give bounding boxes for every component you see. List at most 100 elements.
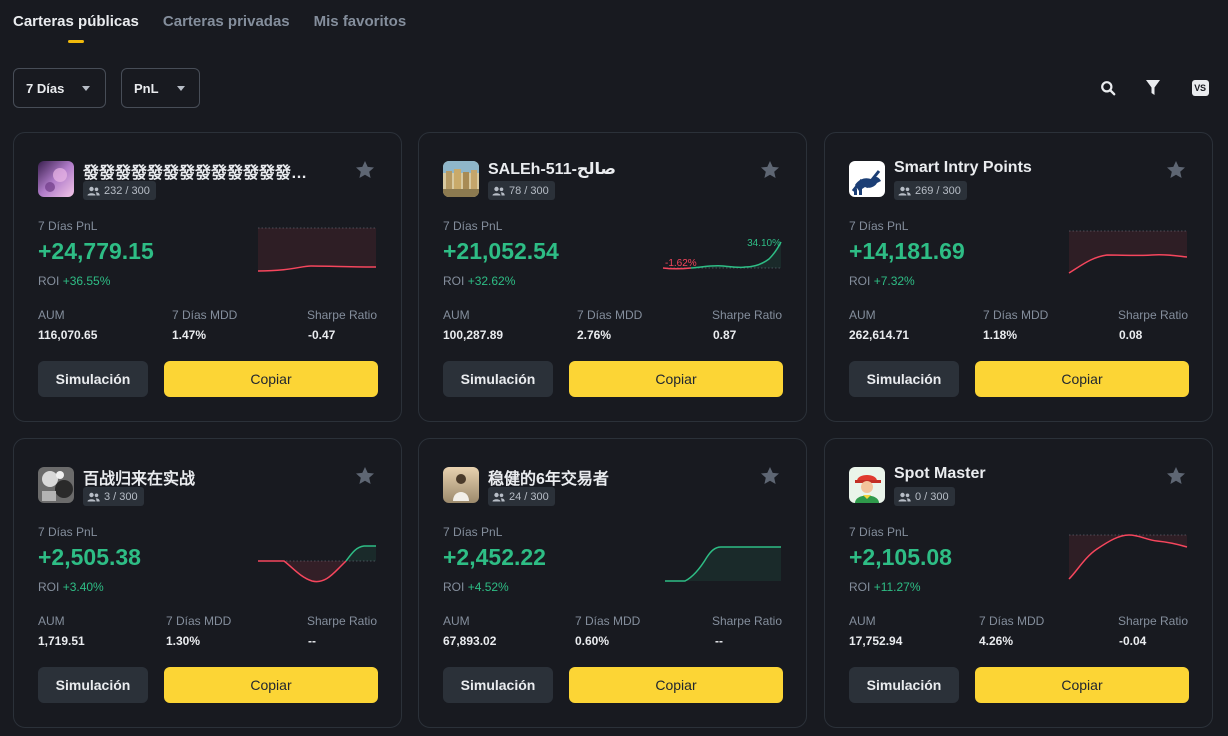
tab-private-portfolios[interactable]: Carteras privadas [163, 0, 290, 44]
portfolio-name[interactable]: SALEh-511-صالح [488, 159, 718, 179]
pnl-sparkline [257, 227, 377, 272]
favorite-star-icon[interactable] [354, 159, 376, 181]
favorite-star-icon[interactable] [354, 465, 376, 487]
pnl-label: 7 Días PnL [849, 525, 909, 539]
simulate-button[interactable]: Simulación [849, 667, 959, 703]
funnel-icon [1146, 80, 1160, 95]
simulate-button[interactable]: Simulación [38, 361, 148, 397]
roi-label: ROI [38, 580, 60, 594]
portfolio-name[interactable]: Smart Intry Points [894, 159, 1124, 177]
sharpe-label: Sharpe Ratio [1117, 308, 1188, 322]
search-button[interactable] [1097, 77, 1119, 99]
copiers-count: 24 / 300 [509, 490, 549, 503]
pnl-value: +21,052.54 [443, 238, 559, 264]
portfolio-name[interactable]: 發發發發發發發發發發發發發發發發 [83, 159, 313, 183]
portfolio-card[interactable]: 百战归来在实战 3 / 300 7 Días PnL +2,505.38 ROI… [13, 438, 402, 728]
mdd-label: 7 Días MDD [979, 614, 1045, 628]
copiers-badge: 24 / 300 [488, 487, 555, 506]
metric-dropdown[interactable]: PnL [121, 68, 200, 108]
mdd-value: 1.18% [983, 328, 1018, 342]
aum-label: AUM [849, 614, 876, 628]
simulate-button[interactable]: Simulación [443, 361, 553, 397]
sharpe-value: -0.47 [308, 328, 336, 342]
portfolio-card[interactable]: Smart Intry Points 269 / 300 7 Días PnL … [824, 132, 1213, 422]
sharpe-value: -- [308, 634, 316, 648]
copiers-badge: 3 / 300 [83, 487, 144, 506]
period-dropdown[interactable]: 7 Días [13, 68, 106, 108]
sharpe-label: Sharpe Ratio [1117, 614, 1188, 628]
favorite-star-icon[interactable] [759, 465, 781, 487]
aum-label: AUM [38, 614, 65, 628]
tab-favorites[interactable]: Mis favoritos [314, 0, 407, 44]
copiers-badge: 0 / 300 [894, 487, 955, 506]
portfolio-card[interactable]: 稳健的6年交易者 24 / 300 7 Días PnL +2,452.22 R… [418, 438, 807, 728]
metric-value: PnL [134, 80, 159, 96]
mdd-label: 7 Días MDD [577, 308, 643, 322]
filter-button[interactable] [1142, 77, 1164, 99]
portfolio-name[interactable]: Spot Master [894, 465, 1124, 483]
tab-public-portfolios[interactable]: Carteras públicas [13, 0, 139, 44]
roi-text: ROI +11.27% [849, 580, 921, 594]
pnl-sparkline [665, 546, 781, 582]
caret-down-icon [176, 85, 185, 91]
mdd-value: 1.47% [172, 328, 207, 342]
sharpe-label: Sharpe Ratio [306, 614, 377, 628]
simulate-button[interactable]: Simulación [849, 361, 959, 397]
aum-label: AUM [443, 614, 470, 628]
avatar [38, 467, 74, 503]
copiers-badge: 269 / 300 [894, 181, 967, 200]
copy-button[interactable]: Copiar [164, 361, 378, 397]
copiers-count: 3 / 300 [104, 490, 138, 503]
roi-value: +36.55% [62, 274, 111, 288]
users-icon [492, 186, 505, 195]
simulate-button[interactable]: Simulación [38, 667, 148, 703]
portfolio-tabs: Carteras públicas Carteras privadas Mis … [13, 0, 406, 44]
sharpe-label: Sharpe Ratio [711, 614, 782, 628]
copy-button[interactable]: Copiar [569, 667, 783, 703]
copy-button[interactable]: Copiar [975, 667, 1189, 703]
sharpe-label: Sharpe Ratio [306, 308, 377, 322]
aum-label: AUM [38, 308, 65, 322]
pnl-value: +2,105.08 [849, 544, 952, 570]
copy-button[interactable]: Copiar [975, 361, 1189, 397]
users-icon [87, 492, 100, 501]
aum-label: AUM [443, 308, 470, 322]
copy-button[interactable]: Copiar [569, 361, 783, 397]
favorite-star-icon[interactable] [759, 159, 781, 181]
users-icon [87, 186, 100, 195]
favorite-star-icon[interactable] [1165, 465, 1187, 487]
roi-label: ROI [443, 274, 465, 288]
aum-value: 116,070.65 [38, 328, 98, 342]
aum-value: 100,287.89 [443, 328, 504, 342]
sharpe-label: Sharpe Ratio [711, 308, 782, 322]
pnl-label: 7 Días PnL [443, 525, 503, 539]
roi-text: ROI +3.40% [38, 580, 104, 594]
copiers-count: 232 / 300 [104, 184, 150, 197]
portfolio-card[interactable]: SALEh-511-صالح 78 / 300 7 Días PnL +21,0… [418, 132, 807, 422]
simulate-button[interactable]: Simulación [443, 667, 553, 703]
mdd-label: 7 Días MDD [166, 614, 232, 628]
portfolio-card[interactable]: 發發發發發發發發發發發發發發發發 232 / 300 7 Días PnL +2… [13, 132, 402, 422]
roi-text: ROI +32.62% [443, 274, 515, 288]
portfolio-name[interactable]: 稳健的6年交易者 [488, 465, 718, 489]
mdd-value: 0.60% [575, 634, 610, 648]
pnl-value: +2,505.38 [38, 544, 141, 570]
roi-value: +11.27% [873, 580, 921, 594]
compare-button[interactable]: VS [1189, 77, 1211, 99]
copy-button[interactable]: Copiar [164, 667, 378, 703]
avatar [849, 467, 885, 503]
sharpe-value: -- [715, 634, 723, 648]
avatar [443, 161, 479, 197]
sharpe-value: -0.04 [1119, 634, 1147, 648]
mdd-value: 1.30% [166, 634, 201, 648]
portfolio-name[interactable]: 百战归来在实战 [83, 465, 313, 489]
users-icon [898, 186, 911, 195]
pnl-label: 7 Días PnL [443, 219, 503, 233]
portfolio-card[interactable]: Spot Master 0 / 300 7 Días PnL +2,105.08… [824, 438, 1213, 728]
chart-low-label: -1.62% [665, 258, 697, 269]
pnl-label: 7 Días PnL [849, 219, 909, 233]
roi-value: +3.40% [62, 580, 104, 594]
roi-label: ROI [849, 274, 871, 288]
aum-value: 17,752.94 [849, 634, 903, 648]
favorite-star-icon[interactable] [1165, 159, 1187, 181]
